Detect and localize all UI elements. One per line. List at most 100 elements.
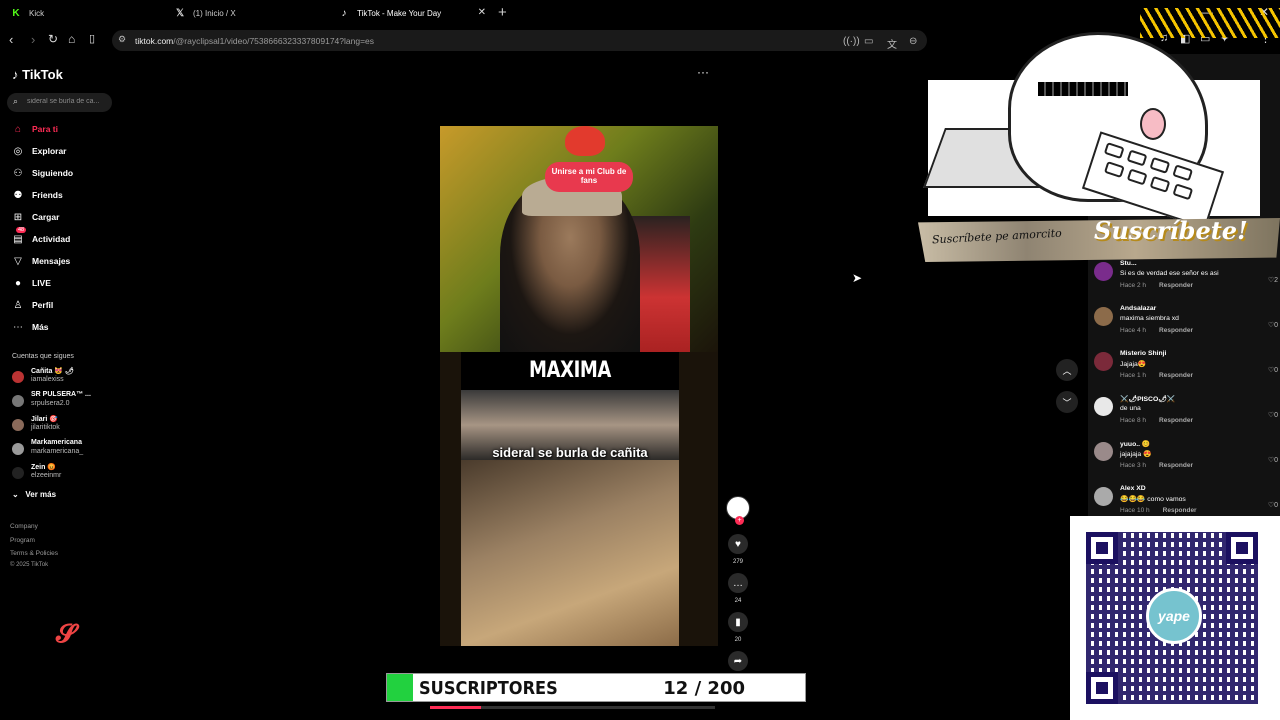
comment-like[interactable]: ♡0	[1268, 411, 1278, 419]
translate-icon[interactable]: 文	[887, 36, 897, 51]
more-options-icon[interactable]: ···	[697, 65, 709, 79]
subscribers-goal-bar: SUSCRIPTORES 12 / 200	[386, 673, 806, 702]
cast-icon[interactable]: ((·))	[843, 36, 860, 47]
avatar[interactable]	[1094, 442, 1113, 461]
nav-cargar[interactable]: ⊞ Cargar	[12, 209, 122, 225]
video-caption: sideral se burla de cañita	[492, 445, 648, 460]
avatar	[12, 395, 24, 407]
x-logo-icon: 𝕏	[175, 8, 185, 19]
next-video-button[interactable]: ﹀	[1056, 391, 1078, 413]
nav-friends[interactable]: ⚉ Friends	[12, 187, 122, 203]
nav-live[interactable]: ● LIVE	[12, 275, 122, 291]
see-more-button[interactable]: ⌄ Ver más	[12, 490, 56, 499]
mascot-icon	[565, 126, 605, 156]
chevron-up-icon: ︿	[1062, 365, 1072, 376]
reply-button[interactable]: Responder	[1159, 372, 1193, 379]
fan-club-badge[interactable]: Unirse a mi Club de fans	[545, 162, 633, 192]
avatar	[12, 371, 24, 383]
followed-account[interactable]: SR PULSERA™ ... srpulsera2.0	[12, 391, 122, 413]
title-band: MAXIMA DIFUSIÓN	[461, 352, 679, 421]
screen-icon[interactable]: ▭	[864, 36, 873, 47]
reply-button[interactable]: Responder	[1159, 417, 1193, 424]
nav-siguiendo[interactable]: ⚇ Siguiendo	[12, 165, 122, 181]
new-tab-icon[interactable]: +	[498, 4, 507, 21]
nav-perfil[interactable]: ♙ Perfil	[12, 297, 122, 313]
nav-mensajes[interactable]: ▽ Mensajes	[12, 253, 122, 269]
follow-plus-icon[interactable]: +	[735, 516, 744, 525]
tiktok-logo[interactable]: ♪ TikTok	[12, 67, 63, 82]
followed-account[interactable]: Zein 😡 elzeeinmr	[12, 463, 122, 485]
footer-link[interactable]: Program	[10, 537, 35, 544]
comment-item: Misterio Shinji Jajaja😍 Hace 1 h Responder ♡…	[1094, 350, 1280, 392]
chevron-down-icon: ﹀	[1062, 397, 1072, 408]
avatar[interactable]	[1094, 352, 1113, 371]
subscribe-big-text: Suscríbete!	[1094, 216, 1248, 245]
video-frame-bottom	[461, 460, 679, 646]
qr-finder	[1226, 532, 1258, 564]
site-info-icon[interactable]: ⚙	[118, 34, 126, 45]
qr-code-panel: yape	[1070, 516, 1280, 720]
home-button-icon[interactable]: ⌂	[68, 32, 75, 46]
followed-account[interactable]: Cañita 😻 🌶 iamalexiss	[12, 367, 122, 389]
footer-link[interactable]: Terms & Policies	[10, 550, 58, 557]
avatar[interactable]	[1094, 307, 1113, 326]
comment-item: Stu... Si es de verdad ese señor es asi Ha…	[1094, 260, 1280, 302]
tab-title: Kick	[29, 9, 45, 18]
creator-avatar[interactable]: +	[726, 496, 750, 525]
zoom-icon[interactable]: ⊖	[909, 36, 917, 47]
avatar	[12, 419, 24, 431]
reply-button[interactable]: Responder	[1163, 507, 1197, 514]
avatar[interactable]	[1094, 487, 1113, 506]
followed-account[interactable]: Jilari 🎯 jilaritiktok	[12, 415, 122, 437]
nav-explorar[interactable]: ◎ Explorar	[12, 143, 122, 159]
tab-x[interactable]: 𝕏 (1) Inicio / X	[174, 0, 324, 27]
followed-account[interactable]: Markamericana markamericana_	[12, 439, 122, 461]
close-tab-icon[interactable]: ✕	[478, 7, 486, 18]
bookmark-icon[interactable]: ▯	[89, 32, 95, 45]
activity-icon: ▤	[13, 233, 23, 245]
comment-like[interactable]: ♡2	[1268, 276, 1278, 284]
video-player[interactable]: Unirse a mi Club de fans MAXIMA DIFUSIÓN…	[440, 126, 718, 646]
reload-icon[interactable]: ↻	[48, 32, 58, 46]
share-button[interactable]: ➦	[728, 651, 748, 671]
messages-icon: ▽	[14, 255, 22, 267]
nav-actividad[interactable]: ▤ 48 Actividad	[12, 227, 122, 247]
like-button[interactable]: ♥	[728, 534, 748, 554]
share-icon: ➦	[733, 655, 743, 667]
tab-tiktok[interactable]: ♪ TikTok - Make Your Day ✕	[338, 0, 490, 27]
comment-like[interactable]: ♡0	[1268, 456, 1278, 464]
comment-item: Andsalazar maxima siembra xd Hace 4 h Respo…	[1094, 305, 1280, 347]
activity-badge: 48	[16, 227, 27, 233]
compass-icon: ◎	[13, 145, 23, 157]
comment-button[interactable]: …	[728, 573, 748, 593]
comment-like[interactable]: ♡0	[1268, 366, 1278, 374]
tiktok-icon: ♪	[341, 8, 347, 19]
nav-mas[interactable]: ⋯ Más	[12, 319, 122, 335]
save-count: 20	[734, 637, 742, 643]
address-bar[interactable]: ⚙ tiktok.com/@rayclipsal1/video/75386663…	[112, 30, 927, 51]
avatar[interactable]	[1094, 262, 1113, 281]
qr-finder	[1086, 672, 1118, 704]
video-progress-bar[interactable]	[430, 706, 715, 709]
nav-para-ti[interactable]: ⌂ Para ti	[12, 121, 122, 137]
previous-video-button[interactable]: ︿	[1056, 359, 1078, 381]
forward-icon[interactable]: ›	[31, 32, 35, 47]
search-input[interactable]: ⌕ sideral se burla de ca...	[7, 93, 112, 112]
footer-link[interactable]: Company	[10, 523, 38, 530]
comment-like[interactable]: ♡0	[1268, 501, 1278, 509]
reply-button[interactable]: Responder	[1159, 282, 1193, 289]
comment-like[interactable]: ♡0	[1268, 321, 1278, 329]
yape-logo-icon: yape	[1146, 588, 1202, 644]
avatar	[12, 443, 24, 455]
goal-progress-fill	[387, 674, 413, 701]
comment-item: yuuo.. 😊 jajajaja 😍 Hace 3 h Responder ♡0	[1094, 440, 1280, 482]
goal-count: 12 / 200	[663, 678, 745, 699]
avatar	[12, 467, 24, 479]
tab-kick[interactable]: K Kick	[10, 0, 160, 27]
reply-button[interactable]: Responder	[1159, 462, 1193, 469]
save-button[interactable]: ▮	[728, 612, 748, 632]
sunglasses-drawing	[1038, 82, 1128, 96]
avatar[interactable]	[1094, 397, 1113, 416]
back-icon[interactable]: ‹	[9, 32, 13, 47]
reply-button[interactable]: Responder	[1159, 327, 1193, 334]
